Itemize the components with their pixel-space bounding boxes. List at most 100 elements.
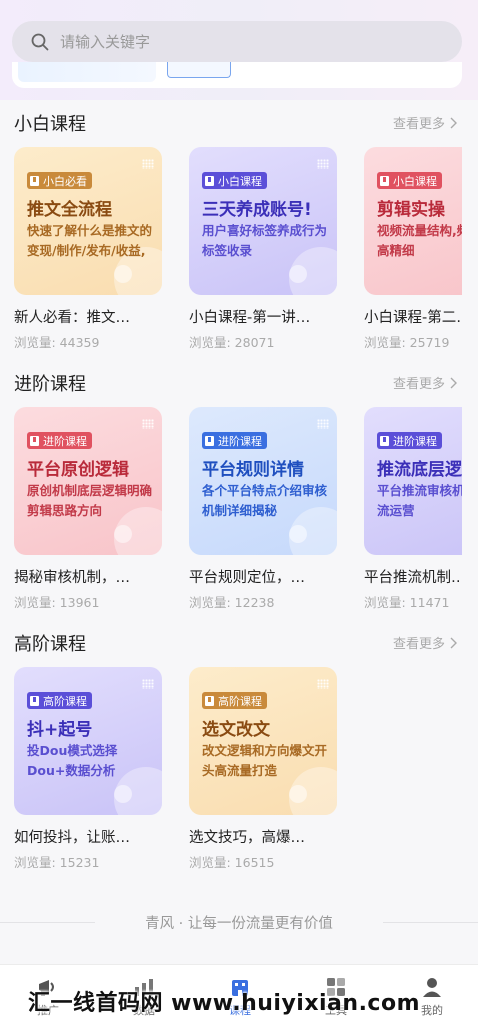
course-views: 浏览量: 44359 — [14, 335, 100, 350]
see-more-link[interactable]: 查看更多 — [393, 633, 458, 652]
section-header: 进阶课程 查看更多 — [14, 370, 464, 396]
thumbnail-headline: 推流底层逻 — [377, 460, 462, 480]
circle-decoration — [114, 265, 132, 283]
course-views: 浏览量: 13961 — [14, 595, 100, 610]
card-row: 小白必看 推文全流程 快速了解什么是推文的变现/制作/发布/收益, 新人必看：推… — [14, 147, 462, 352]
circle-decoration — [289, 265, 307, 283]
course-title: 平台规则定位，… — [189, 570, 305, 586]
thumbnail-headline: 三天养成账号! — [202, 200, 312, 220]
course-card[interactable]: 高阶课程 抖+起号 投Dou模式选择Dou+数据分析 如何投抖，让账… 浏览量:… — [14, 667, 162, 872]
banner-image-fragment — [18, 62, 156, 82]
course-card[interactable]: 小白课程 剪辑实操 视频流量结构,频率来源/高精细 小白课程-第二… 浏览量: … — [364, 147, 462, 352]
dots-decoration — [142, 159, 154, 169]
thumbnail-headline: 选文改文 — [202, 720, 270, 740]
course-thumbnail: 高阶课程 选文改文 改文逻辑和方向爆文开头高流量打造 — [189, 667, 337, 815]
thumbnail-subtitle: 投Dou模式选择Dou+数据分析 — [27, 743, 118, 778]
badge-label: 进阶课程 — [218, 434, 262, 448]
circle-decoration — [114, 525, 132, 543]
course-badge: 小白课程 — [202, 172, 267, 189]
chevron-right-icon — [450, 637, 457, 648]
thumbnail-subtitle: 原创机制底层逻辑明确剪辑思路方向 — [27, 483, 153, 518]
thumbnail-headline: 抖+起号 — [27, 720, 93, 740]
thumbnail-headline: 剪辑实操 — [377, 200, 445, 220]
thumbnail-subtitle: 改文逻辑和方向爆文开头高流量打造 — [202, 743, 328, 778]
course-thumbnail: 进阶课程 推流底层逻 平台推流审核机账号推流运营 — [364, 407, 462, 555]
section-title: 小白课程 — [14, 114, 86, 135]
course-thumbnail: 高阶课程 抖+起号 投Dou模式选择Dou+数据分析 — [14, 667, 162, 815]
book-icon — [380, 435, 389, 446]
book-icon — [205, 695, 214, 706]
badge-label: 小白课程 — [393, 174, 437, 188]
course-title: 如何投抖，让账… — [14, 830, 130, 846]
course-card[interactable]: 小白课程 三天养成账号! 用户喜好标签养成行为标签收录 小白课程-第一讲… 浏览… — [189, 147, 337, 352]
course-badge: 小白课程 — [377, 172, 442, 189]
chevron-right-icon — [450, 377, 457, 388]
course-thumbnail: 小白课程 三天养成账号! 用户喜好标签养成行为标签收录 — [189, 147, 337, 295]
circle-decoration — [114, 785, 132, 803]
card-row: 进阶课程 平台原创逻辑 原创机制底层逻辑明确剪辑思路方向 揭秘审核机制，… 浏览… — [14, 407, 462, 612]
book-icon — [205, 175, 214, 186]
search-bar[interactable] — [12, 21, 462, 62]
section-header: 高阶课程 查看更多 — [14, 630, 464, 656]
thumbnail-headline: 平台原创逻辑 — [27, 460, 129, 480]
dots-decoration — [142, 679, 154, 689]
course-thumbnail: 进阶课程 平台规则详情 各个平台特点介绍审核机制详细揭秘 — [189, 407, 337, 555]
search-icon — [31, 33, 49, 50]
banner-tag-fragment — [167, 62, 231, 78]
course-title: 揭秘审核机制，… — [14, 570, 130, 586]
course-views: 浏览量: 12238 — [189, 595, 275, 610]
footer-slogan: 青风 · 让每一份流量更有价值 — [0, 912, 478, 932]
see-more-label: 查看更多 — [392, 637, 445, 652]
section-title: 高阶课程 — [14, 634, 86, 655]
book-icon — [380, 175, 389, 186]
course-title: 小白课程-第二… — [364, 310, 462, 326]
badge-label: 小白课程 — [218, 174, 262, 188]
watermark-text: 汇一线首码网 www.huiyixian.com — [28, 991, 421, 1016]
course-views: 浏览量: 28071 — [189, 335, 275, 350]
course-views: 浏览量: 11471 — [364, 595, 450, 610]
course-badge: 进阶课程 — [377, 432, 442, 449]
course-title: 选文技巧，高爆… — [189, 830, 305, 846]
course-thumbnail: 小白课程 剪辑实操 视频流量结构,频率来源/高精细 — [364, 147, 462, 295]
thumbnail-subtitle: 视频流量结构,频率来源/高精细 — [377, 223, 462, 258]
section-intermediate: 进阶课程 查看更多 进阶课程 平台原创逻辑 原创机制底层逻辑明确剪辑思路方向 揭… — [0, 360, 478, 620]
divider-line — [383, 922, 478, 923]
course-badge: 进阶课程 — [202, 432, 267, 449]
card-row: 高阶课程 抖+起号 投Dou模式选择Dou+数据分析 如何投抖，让账… 浏览量:… — [14, 667, 462, 872]
course-card[interactable]: 进阶课程 平台规则详情 各个平台特点介绍审核机制详细揭秘 平台规则定位，… 浏览… — [189, 407, 337, 612]
chevron-right-icon — [450, 117, 457, 128]
course-title: 小白课程-第一讲… — [189, 310, 311, 326]
section-beginner: 小白课程 查看更多 小白必看 推文全流程 快速了解什么是推文的变现/制作/发布/… — [0, 100, 478, 360]
see-more-label: 查看更多 — [392, 377, 445, 392]
course-card[interactable]: 高阶课程 选文改文 改文逻辑和方向爆文开头高流量打造 选文技巧，高爆… 浏览量:… — [189, 667, 337, 872]
course-badge: 进阶课程 — [27, 432, 92, 449]
thumbnail-subtitle: 用户喜好标签养成行为标签收录 — [202, 223, 328, 258]
course-card[interactable]: 小白必看 推文全流程 快速了解什么是推文的变现/制作/发布/收益, 新人必看：推… — [14, 147, 162, 352]
thumbnail-headline: 平台规则详情 — [202, 460, 304, 480]
search-input[interactable] — [60, 32, 420, 51]
banner-carousel[interactable] — [12, 62, 462, 88]
course-card[interactable]: 进阶课程 平台原创逻辑 原创机制底层逻辑明确剪辑思路方向 揭秘审核机制，… 浏览… — [14, 407, 162, 612]
course-title: 新人必看：推文… — [14, 310, 130, 326]
book-icon — [205, 435, 214, 446]
section-header: 小白课程 查看更多 — [14, 110, 464, 136]
see-more-link[interactable]: 查看更多 — [393, 113, 458, 132]
see-more-link[interactable]: 查看更多 — [393, 373, 458, 392]
dots-decoration — [142, 419, 154, 429]
course-content: 小白课程 查看更多 小白必看 推文全流程 快速了解什么是推文的变现/制作/发布/… — [0, 100, 478, 940]
course-views: 浏览量: 15231 — [14, 855, 100, 870]
see-more-label: 查看更多 — [392, 117, 445, 132]
badge-label: 进阶课程 — [393, 434, 437, 448]
slogan-text: 青风 · 让每一份流量更有价值 — [145, 915, 333, 932]
course-card[interactable]: 进阶课程 推流底层逻 平台推流审核机账号推流运营 平台推流机制… 浏览量: 11… — [364, 407, 462, 612]
course-badge: 高阶课程 — [202, 692, 267, 709]
badge-label: 高阶课程 — [43, 694, 87, 708]
course-title: 平台推流机制… — [364, 570, 462, 586]
course-thumbnail: 进阶课程 平台原创逻辑 原创机制底层逻辑明确剪辑思路方向 — [14, 407, 162, 555]
course-views: 浏览量: 25719 — [364, 335, 450, 350]
book-icon — [30, 435, 39, 446]
badge-label: 高阶课程 — [218, 694, 262, 708]
divider-line — [0, 922, 95, 923]
badge-label: 小白必看 — [43, 174, 87, 188]
course-badge: 高阶课程 — [27, 692, 92, 709]
